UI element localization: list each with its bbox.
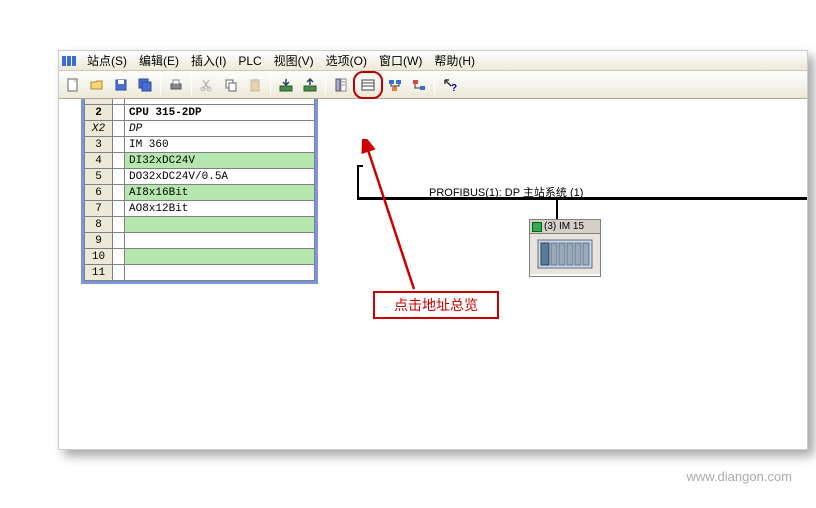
copy-button[interactable]: [220, 74, 242, 96]
rack-gap: [113, 233, 125, 249]
cut-button[interactable]: [196, 74, 218, 96]
module-name[interactable]: [125, 233, 315, 249]
menu-edit[interactable]: 编辑(E): [133, 50, 185, 71]
rack-row[interactable]: 6 AI8x16Bit: [85, 185, 315, 201]
profibus-bus-line: [357, 197, 807, 200]
print-button[interactable]: [165, 74, 187, 96]
catalog-button[interactable]: [330, 74, 352, 96]
rack-table: 1PS 307 5A2CPU 315-2DPX2DP3IM 3604DI32xD…: [84, 99, 315, 281]
module-name[interactable]: AI8x16Bit: [125, 185, 315, 201]
menu-station[interactable]: 站点(S): [81, 50, 133, 71]
module-name[interactable]: [125, 217, 315, 233]
upload-button[interactable]: [299, 74, 321, 96]
network-drop-line: [357, 165, 359, 199]
open-button[interactable]: [86, 74, 108, 96]
highlight-ring: [353, 71, 383, 99]
slot-index: 11: [85, 265, 113, 281]
slot-index: 6: [85, 185, 113, 201]
slot-index: 8: [85, 217, 113, 233]
rack-gap: [113, 169, 125, 185]
rack-gap: [113, 121, 125, 137]
app-icon: [61, 53, 77, 69]
bus-icon: [532, 222, 542, 232]
diagnostics-button[interactable]: [408, 74, 430, 96]
module-name[interactable]: IM 360: [125, 137, 315, 153]
paste-button[interactable]: [244, 74, 266, 96]
rack-row[interactable]: 4 DI32xDC24V: [85, 153, 315, 169]
rack-gap: [113, 185, 125, 201]
module-name[interactable]: DO32xDC24V/0.5A: [125, 169, 315, 185]
slot-index: 5: [85, 169, 113, 185]
rack-gap: [113, 153, 125, 169]
watermark: www.diangon.com: [687, 469, 793, 484]
rack-row[interactable]: 11: [85, 265, 315, 281]
slot-index: 3: [85, 137, 113, 153]
slot-index: 4: [85, 153, 113, 169]
menu-options[interactable]: 选项(O): [320, 50, 373, 71]
rack-gap: [113, 249, 125, 265]
callout-arrow: [359, 139, 439, 299]
toolbar: ?: [59, 71, 807, 99]
menu-insert[interactable]: 插入(I): [185, 50, 232, 71]
toolbar-separator: [160, 75, 161, 95]
module-name[interactable]: DP: [125, 121, 315, 137]
save-icon[interactable]: [110, 74, 132, 96]
save-all-icon[interactable]: [134, 74, 156, 96]
slot-index: 7: [85, 201, 113, 217]
menubar: 站点(S) 编辑(E) 插入(I) PLC 视图(V) 选项(O) 窗口(W) …: [59, 51, 807, 71]
app-window: 站点(S) 编辑(E) 插入(I) PLC 视图(V) 选项(O) 窗口(W) …: [58, 50, 808, 450]
rack-row[interactable]: 10: [85, 249, 315, 265]
rack-gap: [113, 217, 125, 233]
slave-header: (3) IM 15: [530, 220, 600, 234]
slot-index: 2: [85, 105, 113, 121]
help-button[interactable]: ?: [439, 74, 461, 96]
svg-text:?: ?: [451, 83, 457, 93]
rack-row[interactable]: X2 DP: [85, 121, 315, 137]
module-name[interactable]: DI32xDC24V: [125, 153, 315, 169]
toolbar-separator: [434, 75, 435, 95]
rack-row[interactable]: 9: [85, 233, 315, 249]
module-name[interactable]: AO8x12Bit: [125, 201, 315, 217]
module-name[interactable]: [125, 265, 315, 281]
module-name[interactable]: CPU 315-2DP: [125, 105, 315, 121]
rack-window[interactable]: 1PS 307 5A2CPU 315-2DPX2DP3IM 3604DI32xD…: [81, 99, 318, 284]
menu-window[interactable]: 窗口(W): [373, 50, 428, 71]
module-name[interactable]: [125, 249, 315, 265]
new-button[interactable]: [62, 74, 84, 96]
toolbar-separator: [325, 75, 326, 95]
slot-index: 9: [85, 233, 113, 249]
menu-help[interactable]: 帮助(H): [428, 50, 481, 71]
rack-row[interactable]: 8: [85, 217, 315, 233]
download-button[interactable]: [275, 74, 297, 96]
slot-index: 10: [85, 249, 113, 265]
rack-gap: [113, 137, 125, 153]
rack-row[interactable]: 7 AO8x12Bit: [85, 201, 315, 217]
rack-gap: [113, 201, 125, 217]
slave-image: [530, 234, 600, 274]
annotation-callout: 点击地址总览: [373, 291, 499, 319]
menu-plc[interactable]: PLC: [232, 52, 267, 70]
toolbar-separator: [191, 75, 192, 95]
dp-slave-node[interactable]: (3) IM 15: [529, 219, 601, 277]
address-overview-button[interactable]: [357, 74, 379, 96]
rack-row[interactable]: 5 DO32xDC24V/0.5A: [85, 169, 315, 185]
slave-address: (3): [544, 221, 556, 232]
toolbar-separator: [270, 75, 271, 95]
rack-row[interactable]: 3 IM 360: [85, 137, 315, 153]
rack-gap: [113, 105, 125, 121]
workarea: 1PS 307 5A2CPU 315-2DPX2DP3IM 3604DI32xD…: [59, 99, 807, 449]
rack-row[interactable]: 2 CPU 315-2DP: [85, 105, 315, 121]
slot-index: X2: [85, 121, 113, 137]
rack-gap: [113, 265, 125, 281]
slave-name: IM 15: [559, 221, 584, 232]
slave-drop-line: [556, 197, 558, 221]
menu-view[interactable]: 视图(V): [268, 50, 320, 71]
network-config-button[interactable]: [384, 74, 406, 96]
